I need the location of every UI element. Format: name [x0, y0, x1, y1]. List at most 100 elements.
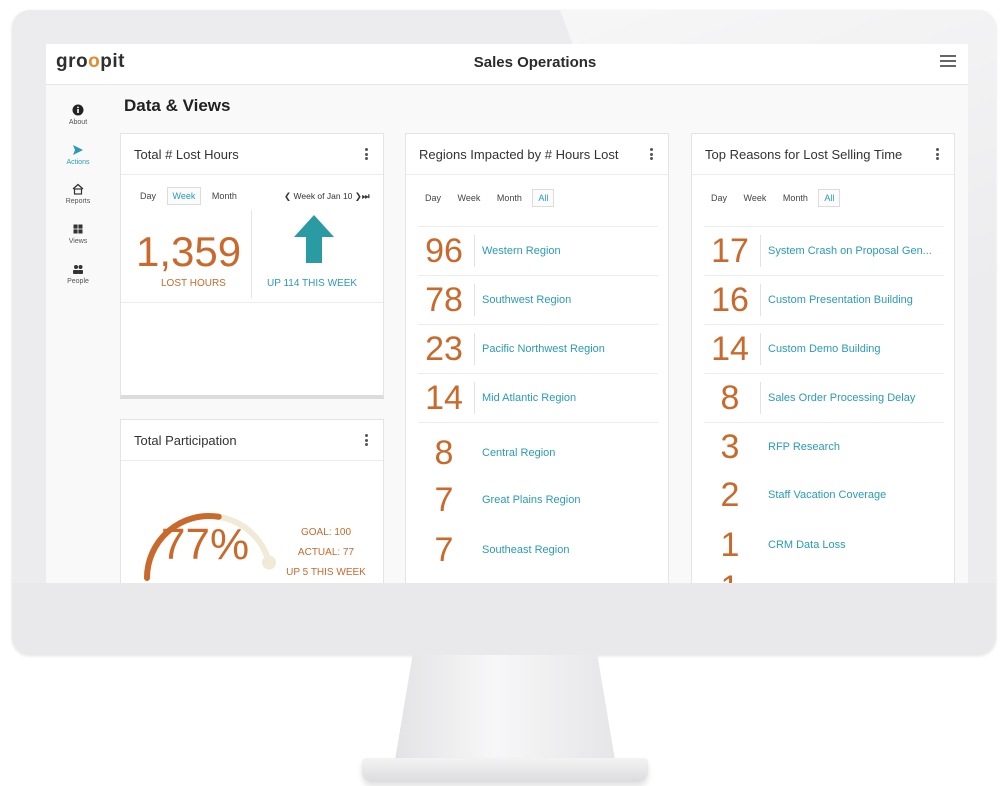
row-value: 8	[720, 379, 740, 417]
region-row[interactable]: 8 Central Region	[418, 429, 658, 477]
row-value: 1	[720, 526, 740, 564]
more-options-icon[interactable]	[936, 148, 940, 160]
monitor-base	[362, 758, 648, 782]
top-bar: groopit Sales Operations	[46, 44, 968, 85]
week-navigator: ❮ Week of Jan 10 ❯⏭	[284, 191, 370, 202]
reason-row[interactable]: 1 CRM Data Loss	[704, 521, 944, 569]
reason-row[interactable]: 1	[704, 564, 944, 583]
tab-all[interactable]: All	[818, 189, 841, 207]
send-icon	[73, 145, 83, 155]
more-options-icon[interactable]	[365, 148, 369, 160]
divider	[251, 210, 252, 298]
chevron-right-icon[interactable]: ❯	[355, 191, 362, 201]
more-options-icon[interactable]	[365, 434, 369, 446]
row-label[interactable]: System Crash on Proposal Gen...	[768, 245, 944, 257]
row-value: 7	[434, 481, 454, 519]
tab-day[interactable]: Day	[134, 187, 162, 205]
row-label[interactable]: Custom Presentation Building	[768, 294, 944, 306]
row-label[interactable]: Custom Demo Building	[768, 343, 944, 355]
row-value: 1	[704, 569, 756, 583]
participation-stats: GOAL: 100 ACTUAL: 77 UP 5 THIS WEEK	[271, 523, 381, 583]
card-header: Total # Lost Hours	[121, 134, 383, 175]
period-tabs: Day Week Month	[134, 187, 245, 205]
row-value: 23	[425, 330, 463, 368]
row-value: 14	[425, 379, 463, 417]
row-value: 17	[711, 232, 749, 270]
week-label: Week of Jan 10	[293, 191, 353, 201]
row-label[interactable]: Great Plains Region	[482, 494, 658, 506]
reason-row[interactable]: 14 Custom Demo Building	[704, 325, 944, 374]
info-icon	[72, 104, 84, 116]
period-tabs: Day Week Month All	[705, 189, 842, 207]
region-row[interactable]: 23 Pacific Northwest Region	[418, 325, 658, 374]
lost-hours-value: 1,359	[136, 228, 242, 275]
tab-week[interactable]: Week	[166, 187, 202, 205]
tab-all[interactable]: All	[532, 189, 555, 207]
sidebar-item-about[interactable]: About	[46, 103, 110, 126]
card-header: Total Participation	[121, 420, 383, 461]
reason-row[interactable]: 2 Staff Vacation Coverage	[704, 471, 944, 519]
page-title: Data & Views	[124, 96, 231, 115]
row-label[interactable]: Southwest Region	[482, 294, 658, 306]
more-options-icon[interactable]	[650, 148, 654, 160]
card-title: Top Reasons for Lost Selling Time	[705, 147, 903, 162]
trend-up-arrow-icon	[294, 215, 334, 263]
menu-icon[interactable]	[940, 55, 956, 68]
reason-row[interactable]: 16 Custom Presentation Building	[704, 276, 944, 325]
region-row[interactable]: 96 Western Region	[418, 227, 658, 276]
sidebar-item-label: People	[67, 278, 89, 285]
row-label[interactable]: Southeast Region	[482, 544, 658, 556]
sidebar-item-people[interactable]: People	[46, 262, 110, 285]
tab-day[interactable]: Day	[705, 189, 733, 207]
participation-card: Total Participation 77% GOAL: 100 ACTUAL…	[120, 419, 384, 583]
row-label[interactable]: Staff Vacation Coverage	[768, 489, 944, 501]
row-label[interactable]: Central Region	[482, 447, 658, 459]
row-value: 14	[711, 330, 749, 368]
row-value: 7	[434, 531, 454, 569]
row-label[interactable]: CRM Data Loss	[768, 539, 944, 551]
sidebar-item-reports[interactable]: Reports	[46, 182, 110, 205]
region-row[interactable]: 7 Southeast Region	[418, 526, 658, 574]
tab-week[interactable]: Week	[452, 189, 487, 207]
monitor-stand	[395, 655, 615, 760]
goal-label: GOAL: 100	[300, 527, 352, 538]
card-title: Total # Lost Hours	[134, 147, 239, 162]
row-label[interactable]: Sales Order Processing Delay	[768, 392, 944, 404]
tab-day[interactable]: Day	[419, 189, 447, 207]
people-icon	[73, 265, 83, 274]
sidebar-item-label: Views	[68, 238, 88, 245]
sidebar-item-actions[interactable]: Actions	[46, 143, 110, 166]
reason-row[interactable]: 3 RFP Research	[704, 423, 944, 471]
chevron-left-icon[interactable]: ❮	[284, 191, 291, 201]
skip-forward-icon[interactable]: ⏭	[362, 191, 370, 201]
card-title: Regions Impacted by # Hours Lost	[419, 147, 619, 162]
app-title: Sales Operations	[473, 54, 597, 71]
reasons-card: Top Reasons for Lost Selling Time Day We…	[691, 133, 955, 583]
lost-hours-trend: UP 114 THIS WEEK	[267, 278, 358, 289]
reason-row[interactable]: 17 System Crash on Proposal Gen...	[704, 227, 944, 276]
tab-month[interactable]: Month	[491, 189, 528, 207]
card-title: Total Participation	[134, 433, 237, 448]
reason-row[interactable]: 8 Sales Order Processing Delay	[704, 374, 944, 423]
sidebar: About Actions Reports Views People	[46, 85, 110, 583]
tab-month[interactable]: Month	[206, 187, 243, 205]
region-row[interactable]: 7 Great Plains Region	[418, 476, 658, 524]
region-row[interactable]: 78 Southwest Region	[418, 276, 658, 325]
row-value: 2	[720, 476, 740, 514]
tab-month[interactable]: Month	[777, 189, 814, 207]
tab-week[interactable]: Week	[738, 189, 773, 207]
region-row[interactable]: 14 Mid Atlantic Region	[418, 374, 658, 423]
row-label[interactable]: RFP Research	[768, 441, 944, 453]
card-header: Top Reasons for Lost Selling Time	[692, 134, 954, 175]
row-label[interactable]: Mid Atlantic Region	[482, 392, 658, 404]
sidebar-item-views[interactable]: Views	[46, 222, 110, 245]
lost-hours-caption: LOST HOURS	[161, 278, 226, 289]
row-label[interactable]: Western Region	[482, 245, 658, 257]
row-label[interactable]: Pacific Northwest Region	[482, 343, 658, 355]
sidebar-item-label: About	[68, 119, 88, 126]
app-screen: groopit Sales Operations About Actions R…	[46, 44, 968, 583]
grid-icon	[73, 224, 83, 234]
participation-value: 77%	[161, 520, 250, 569]
lost-hours-card: Total # Lost Hours Day Week Month ❮ Week…	[120, 133, 384, 399]
row-value: 3	[720, 428, 740, 466]
